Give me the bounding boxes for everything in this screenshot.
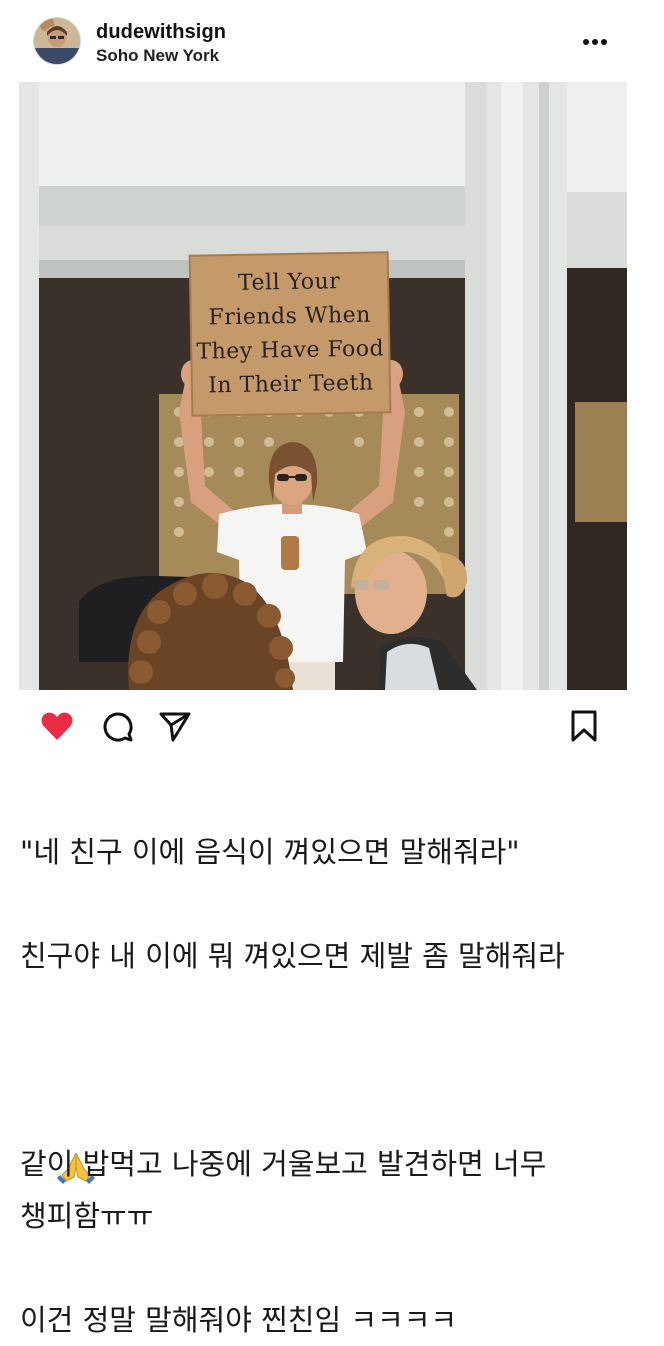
comment-button[interactable] <box>99 708 135 744</box>
comment-icon <box>103 712 133 742</box>
caption-line: "네 친구 이에 음식이 껴있으면 말해줘라" <box>20 835 520 869</box>
sign-line: Friends When <box>208 302 372 331</box>
caption-line: 이건 정말 말해줘야 찐친임 ㅋㅋㅋㅋ <box>20 1303 458 1337</box>
avatar[interactable] <box>34 18 80 64</box>
post-photo[interactable]: Tell Your Friends When They Have Food In… <box>19 82 627 690</box>
caption-line: 같이 밥먹고 나중에 거울보고 발견하면 너무 <box>20 1147 547 1181</box>
sign-line: They Have Food <box>196 336 385 365</box>
location[interactable]: Soho New York <box>96 46 219 66</box>
username[interactable]: dudewithsign <box>96 21 226 44</box>
post-header: dudewithsign Soho New York <box>0 0 664 82</box>
sign-line: Tell Your <box>237 269 341 296</box>
paper-plane-icon <box>159 712 191 742</box>
post-caption: "네 친구 이에 음식이 껴있으면 말해줘라" 친구야 내 이에 뭐 껴있으면 … <box>20 826 640 1346</box>
bookmark-icon <box>571 710 597 742</box>
save-button[interactable] <box>566 708 602 744</box>
action-bar <box>0 700 664 752</box>
caption-line: 친구야 내 이에 뭐 껴있으면 제발 좀 말해줘라 <box>20 939 565 973</box>
more-icon <box>583 39 607 45</box>
like-button[interactable] <box>39 708 75 744</box>
sign-line: In Their Teeth <box>208 370 374 399</box>
share-button[interactable] <box>157 708 193 744</box>
folded-hands-emoji <box>56 1043 95 1184</box>
heart-icon <box>41 712 73 740</box>
protest-sign: Tell Your Friends When They Have Food In… <box>190 252 391 415</box>
caption-emoji-line <box>20 982 640 1184</box>
caption-line: 챙피함ㅠㅠ <box>20 1199 154 1233</box>
more-options-button[interactable] <box>578 30 612 54</box>
